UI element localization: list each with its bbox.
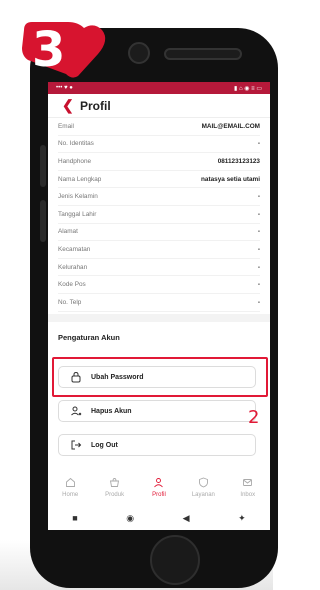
profile-row-label: No. Identitas — [58, 140, 94, 148]
system-navigation-bar: ■ ◉ ◀ ✦ — [48, 508, 270, 528]
nav-item-label: Profil — [152, 491, 166, 498]
profile-row-value: MAIL@EMAIL.COM — [201, 122, 260, 130]
front-camera — [128, 42, 150, 64]
profile-row-value: - — [257, 193, 260, 201]
phone-side-button-upper — [40, 145, 46, 187]
status-bar-left-icons: ••• ♥ ● — [56, 85, 73, 91]
profile-row-value: - — [257, 281, 260, 289]
logout-button[interactable]: Log Out — [58, 434, 256, 456]
bottom-navigation: Home Produk Profil Layanan Inbox — [48, 469, 270, 505]
profile-row-value: - — [257, 298, 260, 306]
bag-icon — [109, 477, 120, 489]
profile-row-label: Handphone — [58, 157, 92, 165]
step-number: 3 — [32, 22, 66, 78]
mail-icon — [242, 477, 253, 489]
user-icon — [153, 477, 164, 489]
profile-row-label: Kecamatan — [58, 245, 91, 253]
section-divider — [48, 313, 270, 322]
delete-account-label: Hapus Akun — [91, 407, 132, 415]
home-hardware-button[interactable] — [150, 535, 200, 585]
home-circle-icon[interactable]: ◉ — [126, 513, 134, 524]
profile-row-label: Kode Pos — [58, 281, 86, 289]
step-number-annotation: 2 — [248, 407, 260, 428]
user-remove-icon — [69, 404, 83, 418]
profile-row-value: natasya setia utami — [201, 175, 260, 183]
change-password-button[interactable]: Ubah Password — [58, 366, 256, 388]
profile-row: No. Telp - — [58, 294, 260, 312]
profile-row: Kecamatan - — [58, 241, 260, 259]
delete-account-button[interactable]: Hapus Akun — [58, 400, 256, 422]
profile-row-value: - — [257, 140, 260, 148]
shield-icon — [198, 477, 209, 489]
nav-item-layanan[interactable]: Layanan — [183, 477, 223, 498]
profile-row-value: - — [257, 228, 260, 236]
profile-row-value: 081123123123 — [217, 157, 260, 165]
account-settings-title: Pengaturan Akun — [58, 332, 120, 342]
page-title: Profil — [80, 98, 111, 113]
profile-row-label: Alamat — [58, 228, 78, 236]
nav-item-produk[interactable]: Produk — [95, 477, 135, 498]
profile-row-value: - — [257, 245, 260, 253]
profile-row-label: Tanggal Lahir — [58, 210, 97, 218]
profile-row: Tanggal Lahir - — [58, 206, 260, 224]
accessibility-icon[interactable]: ✦ — [238, 513, 246, 524]
earpiece-speaker — [164, 48, 242, 60]
lock-icon — [69, 370, 83, 384]
nav-item-label: Layanan — [191, 491, 215, 498]
profile-row-value: - — [257, 263, 260, 271]
status-bar-right-icons: ▮ ⌂ ◉ ≡ ▭ — [234, 85, 262, 92]
nav-item-home[interactable]: Home — [50, 477, 90, 498]
app-header: ❮ Profil — [48, 94, 270, 118]
profile-row-value: - — [257, 210, 260, 218]
nav-item-label: Home — [62, 491, 79, 498]
nav-item-label: Inbox — [240, 491, 256, 498]
profile-row: No. Identitas - — [58, 136, 260, 154]
phone-side-button-lower — [40, 200, 46, 242]
profile-row: Jenis Kelamin - — [58, 188, 260, 206]
back-arrow-icon[interactable]: ❮ — [62, 97, 80, 114]
nav-item-profil[interactable]: Profil — [139, 477, 179, 498]
home-icon — [65, 477, 76, 489]
profile-row: Kelurahan - — [58, 259, 260, 277]
recent-apps-icon[interactable]: ■ — [72, 513, 77, 523]
app-screen: ••• ♥ ● ▮ ⌂ ◉ ≡ ▭ ❮ Profil Email MAIL@EMA… — [48, 82, 270, 530]
logout-label: Log Out — [91, 441, 118, 449]
profile-row: Email MAIL@EMAIL.COM — [58, 118, 260, 136]
profile-details: Email MAIL@EMAIL.COM No. Identitas - Handp… — [48, 118, 270, 312]
profile-row-label: Nama Lengkap — [58, 175, 102, 183]
profile-row: Alamat - — [58, 224, 260, 242]
nav-item-inbox[interactable]: Inbox — [228, 477, 268, 498]
profile-row: Nama Lengkap natasya setia utami — [58, 171, 260, 189]
back-triangle-icon[interactable]: ◀ — [183, 513, 190, 524]
step-badge: 3 — [18, 20, 110, 80]
profile-row-label: Jenis Kelamin — [58, 193, 98, 201]
profile-row: Handphone 081123123123 — [58, 153, 260, 171]
profile-row-label: Email — [58, 122, 74, 130]
profile-row-label: Kelurahan — [58, 263, 88, 271]
profile-row-label: No. Telp — [58, 298, 82, 306]
profile-row: Kode Pos - — [58, 276, 260, 294]
nav-item-label: Produk — [105, 491, 125, 498]
change-password-label: Ubah Password — [91, 373, 144, 381]
status-bar: ••• ♥ ● ▮ ⌂ ◉ ≡ ▭ — [48, 82, 270, 94]
logout-icon — [69, 438, 83, 452]
